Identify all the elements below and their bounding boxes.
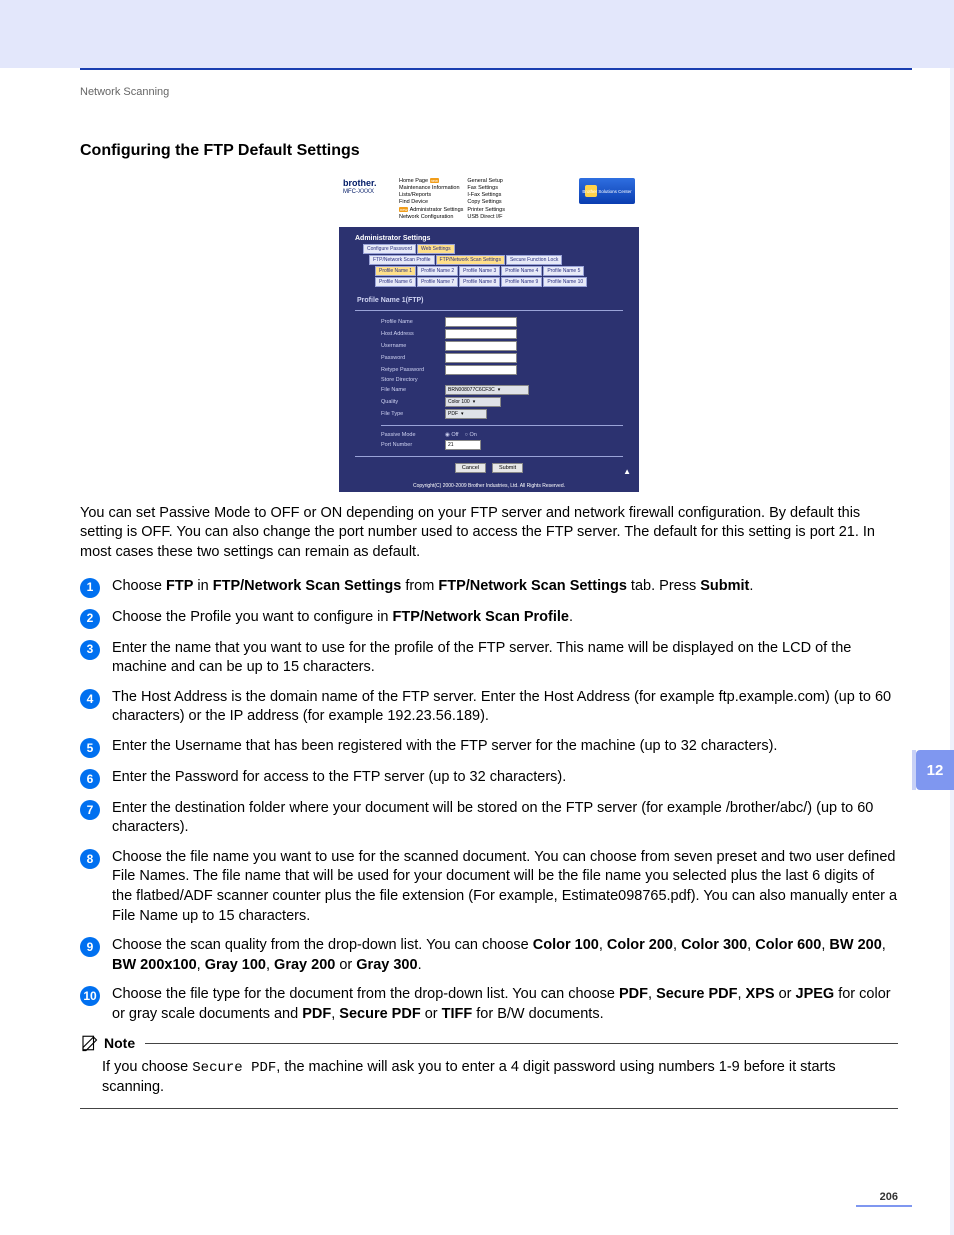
step-2: Choose the Profile you want to configure… xyxy=(112,608,898,628)
select-file-type: PDF▾ xyxy=(445,409,487,419)
select-quality: Color 100▾ xyxy=(445,397,501,407)
model-label: MFC-XXXX xyxy=(343,189,399,195)
label-port-number: Port Number xyxy=(381,442,445,448)
tab-profile-7: Profile Name 7 xyxy=(417,277,458,287)
step-badge-4: 4 xyxy=(80,689,100,709)
select-file-name: BRN008077C6CF3C▾ xyxy=(445,385,529,395)
page-number: 206 xyxy=(880,1191,898,1203)
tab-ftp-net-profile: FTP/Network Scan Profile xyxy=(369,255,435,265)
page-title: Configuring the FTP Default Settings xyxy=(80,142,898,160)
tab-ftp-net-settings: FTP/Network Scan Settings xyxy=(436,255,505,265)
step-badge-3: 3 xyxy=(80,640,100,660)
step-9: Choose the scan quality from the drop-do… xyxy=(112,936,898,975)
step-badge-2: 2 xyxy=(80,609,100,629)
chapter-tab: 12 xyxy=(916,750,954,790)
brand-logo: brother. xyxy=(343,178,399,188)
submit-button: Submit xyxy=(492,463,523,473)
step-3: Enter the name that you want to use for … xyxy=(112,639,898,678)
label-quality: Quality xyxy=(381,399,445,405)
tab-profile-1: Profile Name 1 xyxy=(375,266,416,276)
step-badge-7: 7 xyxy=(80,800,100,820)
label-host-address: Host Address xyxy=(381,331,445,337)
label-password: Password xyxy=(381,355,445,361)
step-badge-1: 1 xyxy=(80,578,100,598)
label-file-type: File Type xyxy=(381,411,445,417)
tab-profile-9: Profile Name 9 xyxy=(501,277,542,287)
input-password xyxy=(445,353,517,363)
note-icon xyxy=(80,1034,98,1052)
input-host-address xyxy=(445,329,517,339)
cancel-button: Cancel xyxy=(455,463,486,473)
input-retype-password xyxy=(445,365,517,375)
profile-heading: Profile Name 1(FTP) xyxy=(357,297,623,304)
label-username: Username xyxy=(381,343,445,349)
tab-configure-password: Configure Password xyxy=(363,244,416,254)
tab-profile-8: Profile Name 8 xyxy=(459,277,500,287)
radio-passive-mode: OffOn xyxy=(445,432,477,438)
step-badge-10: 10 xyxy=(80,986,100,1006)
step-6: Enter the Password for access to the FTP… xyxy=(112,768,898,788)
admin-settings-heading: Administrator Settings xyxy=(355,235,623,242)
running-header: Network Scanning xyxy=(80,86,898,98)
step-7: Enter the destination folder where your … xyxy=(112,799,898,838)
note-label: Note xyxy=(104,1035,135,1051)
tab-profile-4: Profile Name 4 xyxy=(501,266,542,276)
label-retype-password: Retype Password xyxy=(381,367,445,373)
label-store-directory: Store Directory xyxy=(381,377,445,383)
note-body: If you choose Secure PDF, the machine wi… xyxy=(102,1058,898,1097)
label-file-name: File Name xyxy=(381,387,445,393)
step-badge-6: 6 xyxy=(80,769,100,789)
tab-web-settings: Web Settings xyxy=(417,244,455,254)
step-badge-8: 8 xyxy=(80,849,100,869)
step-4: The Host Address is the domain name of t… xyxy=(112,688,898,727)
step-5: Enter the Username that has been registe… xyxy=(112,737,898,757)
label-profile-name: Profile Name xyxy=(381,319,445,325)
solutions-center-badge: Brother Solutions Center xyxy=(579,178,635,204)
step-1: Choose FTP in FTP/Network Scan Settings … xyxy=(112,577,898,597)
tab-profile-3: Profile Name 3 xyxy=(459,266,500,276)
step-10: Choose the file type for the document fr… xyxy=(112,985,898,1024)
step-badge-5: 5 xyxy=(80,738,100,758)
input-profile-name xyxy=(445,317,517,327)
embedded-screenshot: brother. MFC-XXXX Home Page new Maintena… xyxy=(339,174,639,492)
intro-paragraph: You can set Passive Mode to OFF or ON de… xyxy=(80,504,898,563)
tab-profile-6: Profile Name 6 xyxy=(375,277,416,287)
input-username xyxy=(445,341,517,351)
copyright: Copyright(C) 2000-2009 Brother Industrie… xyxy=(339,483,639,492)
tab-secure-lock: Secure Function Lock xyxy=(506,255,562,265)
tab-profile-2: Profile Name 2 xyxy=(417,266,458,276)
input-port-number: 21 xyxy=(445,440,481,450)
tab-profile-5: Profile Name 5 xyxy=(543,266,584,276)
step-8: Choose the file name you want to use for… xyxy=(112,848,898,926)
label-passive-mode: Passive Mode xyxy=(381,432,445,438)
tab-profile-10: Profile Name 10 xyxy=(543,277,587,287)
to-top-icon: ▲ xyxy=(623,467,631,476)
step-badge-9: 9 xyxy=(80,937,100,957)
